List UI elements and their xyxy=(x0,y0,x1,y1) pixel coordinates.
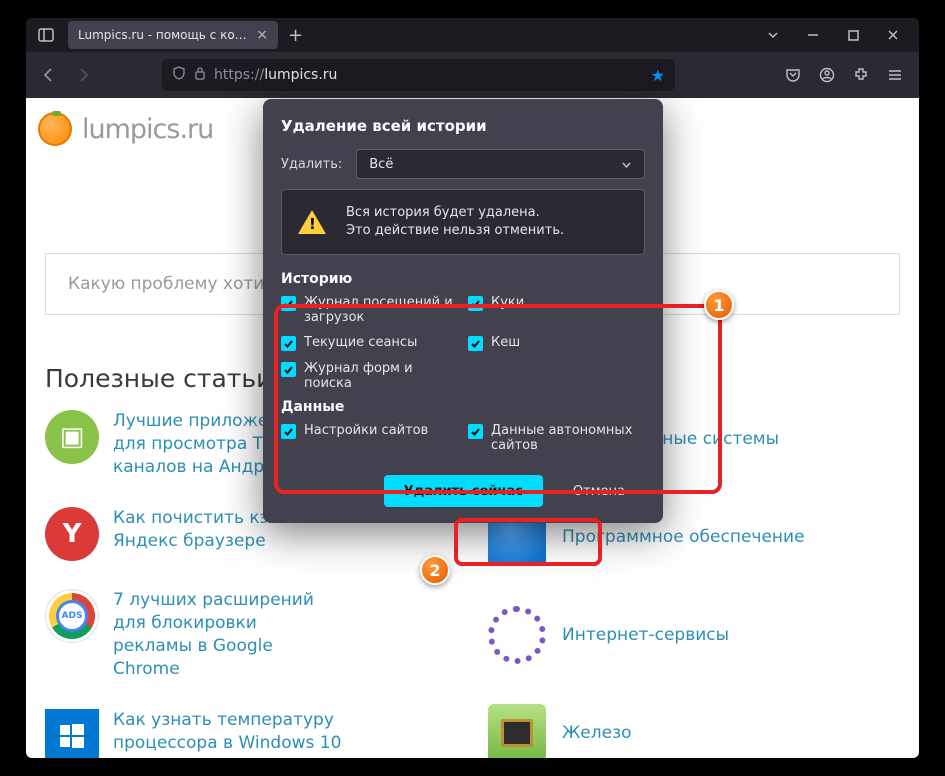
bookmark-star-icon[interactable]: ★ xyxy=(651,66,665,85)
forward-button[interactable] xyxy=(68,60,98,90)
clear-history-dialog: Удаление всей истории Удалить: Всё Вся и… xyxy=(263,99,663,523)
data-checkboxes: Настройки сайтов Данные автономных сайто… xyxy=(281,423,645,453)
dropdown-caret-icon[interactable] xyxy=(753,18,793,52)
article-item: 7 лучших расширений для блокировки рекла… xyxy=(45,589,433,681)
cancel-button[interactable]: Отмена xyxy=(553,475,645,507)
browser-tab[interactable]: Lumpics.ru - помощь с комп... × xyxy=(68,21,278,49)
checkbox-cookies[interactable]: Куки xyxy=(468,295,645,325)
check-icon xyxy=(468,296,483,311)
yandex-icon: Y xyxy=(45,507,99,561)
checkbox-browsing-downloads[interactable]: Журнал посещений и загрузок xyxy=(281,295,458,325)
checkbox-site-prefs[interactable]: Настройки сайтов xyxy=(281,423,458,453)
history-checkboxes: Журнал посещений и загрузок Куки Текущие… xyxy=(281,295,645,391)
back-button[interactable] xyxy=(34,60,64,90)
services-icon xyxy=(488,606,546,664)
time-range-select[interactable]: Всё xyxy=(356,149,645,179)
url-text: https://lumpics.ru xyxy=(214,67,337,83)
checkbox-cache[interactable]: Кеш xyxy=(468,335,645,351)
shield-icon xyxy=(172,66,186,84)
checkbox-active-logins[interactable]: Текущие сеансы xyxy=(281,335,458,351)
android-icon: ▣ xyxy=(45,410,99,464)
windows-icon xyxy=(45,709,99,758)
window-minimize-button[interactable] xyxy=(793,18,833,52)
warning-icon xyxy=(298,210,326,234)
clear-now-button[interactable]: Удалить сейчас xyxy=(384,475,543,507)
site-logo[interactable]: lumpics.ru xyxy=(38,112,213,146)
check-icon xyxy=(468,336,483,351)
check-icon xyxy=(281,362,296,377)
check-icon xyxy=(468,424,483,439)
dialog-buttons: Удалить сейчас Отмена xyxy=(281,475,645,507)
check-icon xyxy=(281,336,296,351)
menu-icon[interactable] xyxy=(879,59,911,91)
logo-text: lumpics.ru xyxy=(82,114,213,145)
new-tab-button[interactable]: + xyxy=(288,25,303,46)
article-link[interactable]: Как узнать температуру процессора в Wind… xyxy=(113,709,433,755)
section-useful-articles: Полезные статьи xyxy=(45,364,272,393)
data-section-label: Данные xyxy=(281,399,645,415)
time-range-row: Удалить: Всё xyxy=(281,149,645,179)
chrome-icon xyxy=(45,589,99,643)
window-close-button[interactable] xyxy=(873,18,913,52)
checkbox-offline-data[interactable]: Данные автономных сайтов xyxy=(468,423,645,453)
warning-text: Вся история будет удалена. Это действие … xyxy=(346,204,564,240)
category-item: Интернет-сервисы xyxy=(488,606,805,664)
account-icon[interactable] xyxy=(811,59,843,91)
titlebar: Lumpics.ru - помощь с комп... × + xyxy=(26,18,919,52)
hardware-icon xyxy=(488,704,546,758)
chevron-down-icon xyxy=(621,159,632,170)
check-icon xyxy=(281,424,296,439)
checkbox-form-search[interactable]: Журнал форм и поиска xyxy=(281,361,458,391)
window-maximize-button[interactable] xyxy=(833,18,873,52)
category-item: Железо xyxy=(488,704,805,758)
article-item: Как узнать температуру процессора в Wind… xyxy=(45,709,433,758)
category-link[interactable]: Железо xyxy=(562,723,632,743)
url-bar[interactable]: https://lumpics.ru ★ xyxy=(162,59,675,91)
logo-orange-icon xyxy=(38,112,72,146)
warning-box: Вся история будет удалена. Это действие … xyxy=(281,189,645,255)
article-link[interactable]: 7 лучших расширений для блокировки рекла… xyxy=(113,589,323,681)
sidebar-toggle-icon[interactable] xyxy=(32,21,60,49)
toolbar: https://lumpics.ru ★ xyxy=(26,52,919,98)
pocket-icon[interactable] xyxy=(777,59,809,91)
tab-title: Lumpics.ru - помощь с комп... xyxy=(78,28,248,42)
category-link[interactable]: Интернет-сервисы xyxy=(562,625,729,645)
time-range-value: Всё xyxy=(369,157,393,172)
history-section-label: Историю xyxy=(281,271,645,287)
time-range-label: Удалить: xyxy=(281,157,342,172)
lock-icon xyxy=(194,66,206,84)
annotation-badge-1: 1 xyxy=(704,290,734,320)
check-icon xyxy=(281,296,296,311)
annotation-badge-2: 2 xyxy=(420,555,450,585)
dialog-title: Удаление всей истории xyxy=(281,117,645,135)
tab-close-icon[interactable]: × xyxy=(256,27,268,43)
extensions-icon[interactable] xyxy=(845,59,877,91)
category-link[interactable]: Программное обеспечение xyxy=(562,527,805,547)
